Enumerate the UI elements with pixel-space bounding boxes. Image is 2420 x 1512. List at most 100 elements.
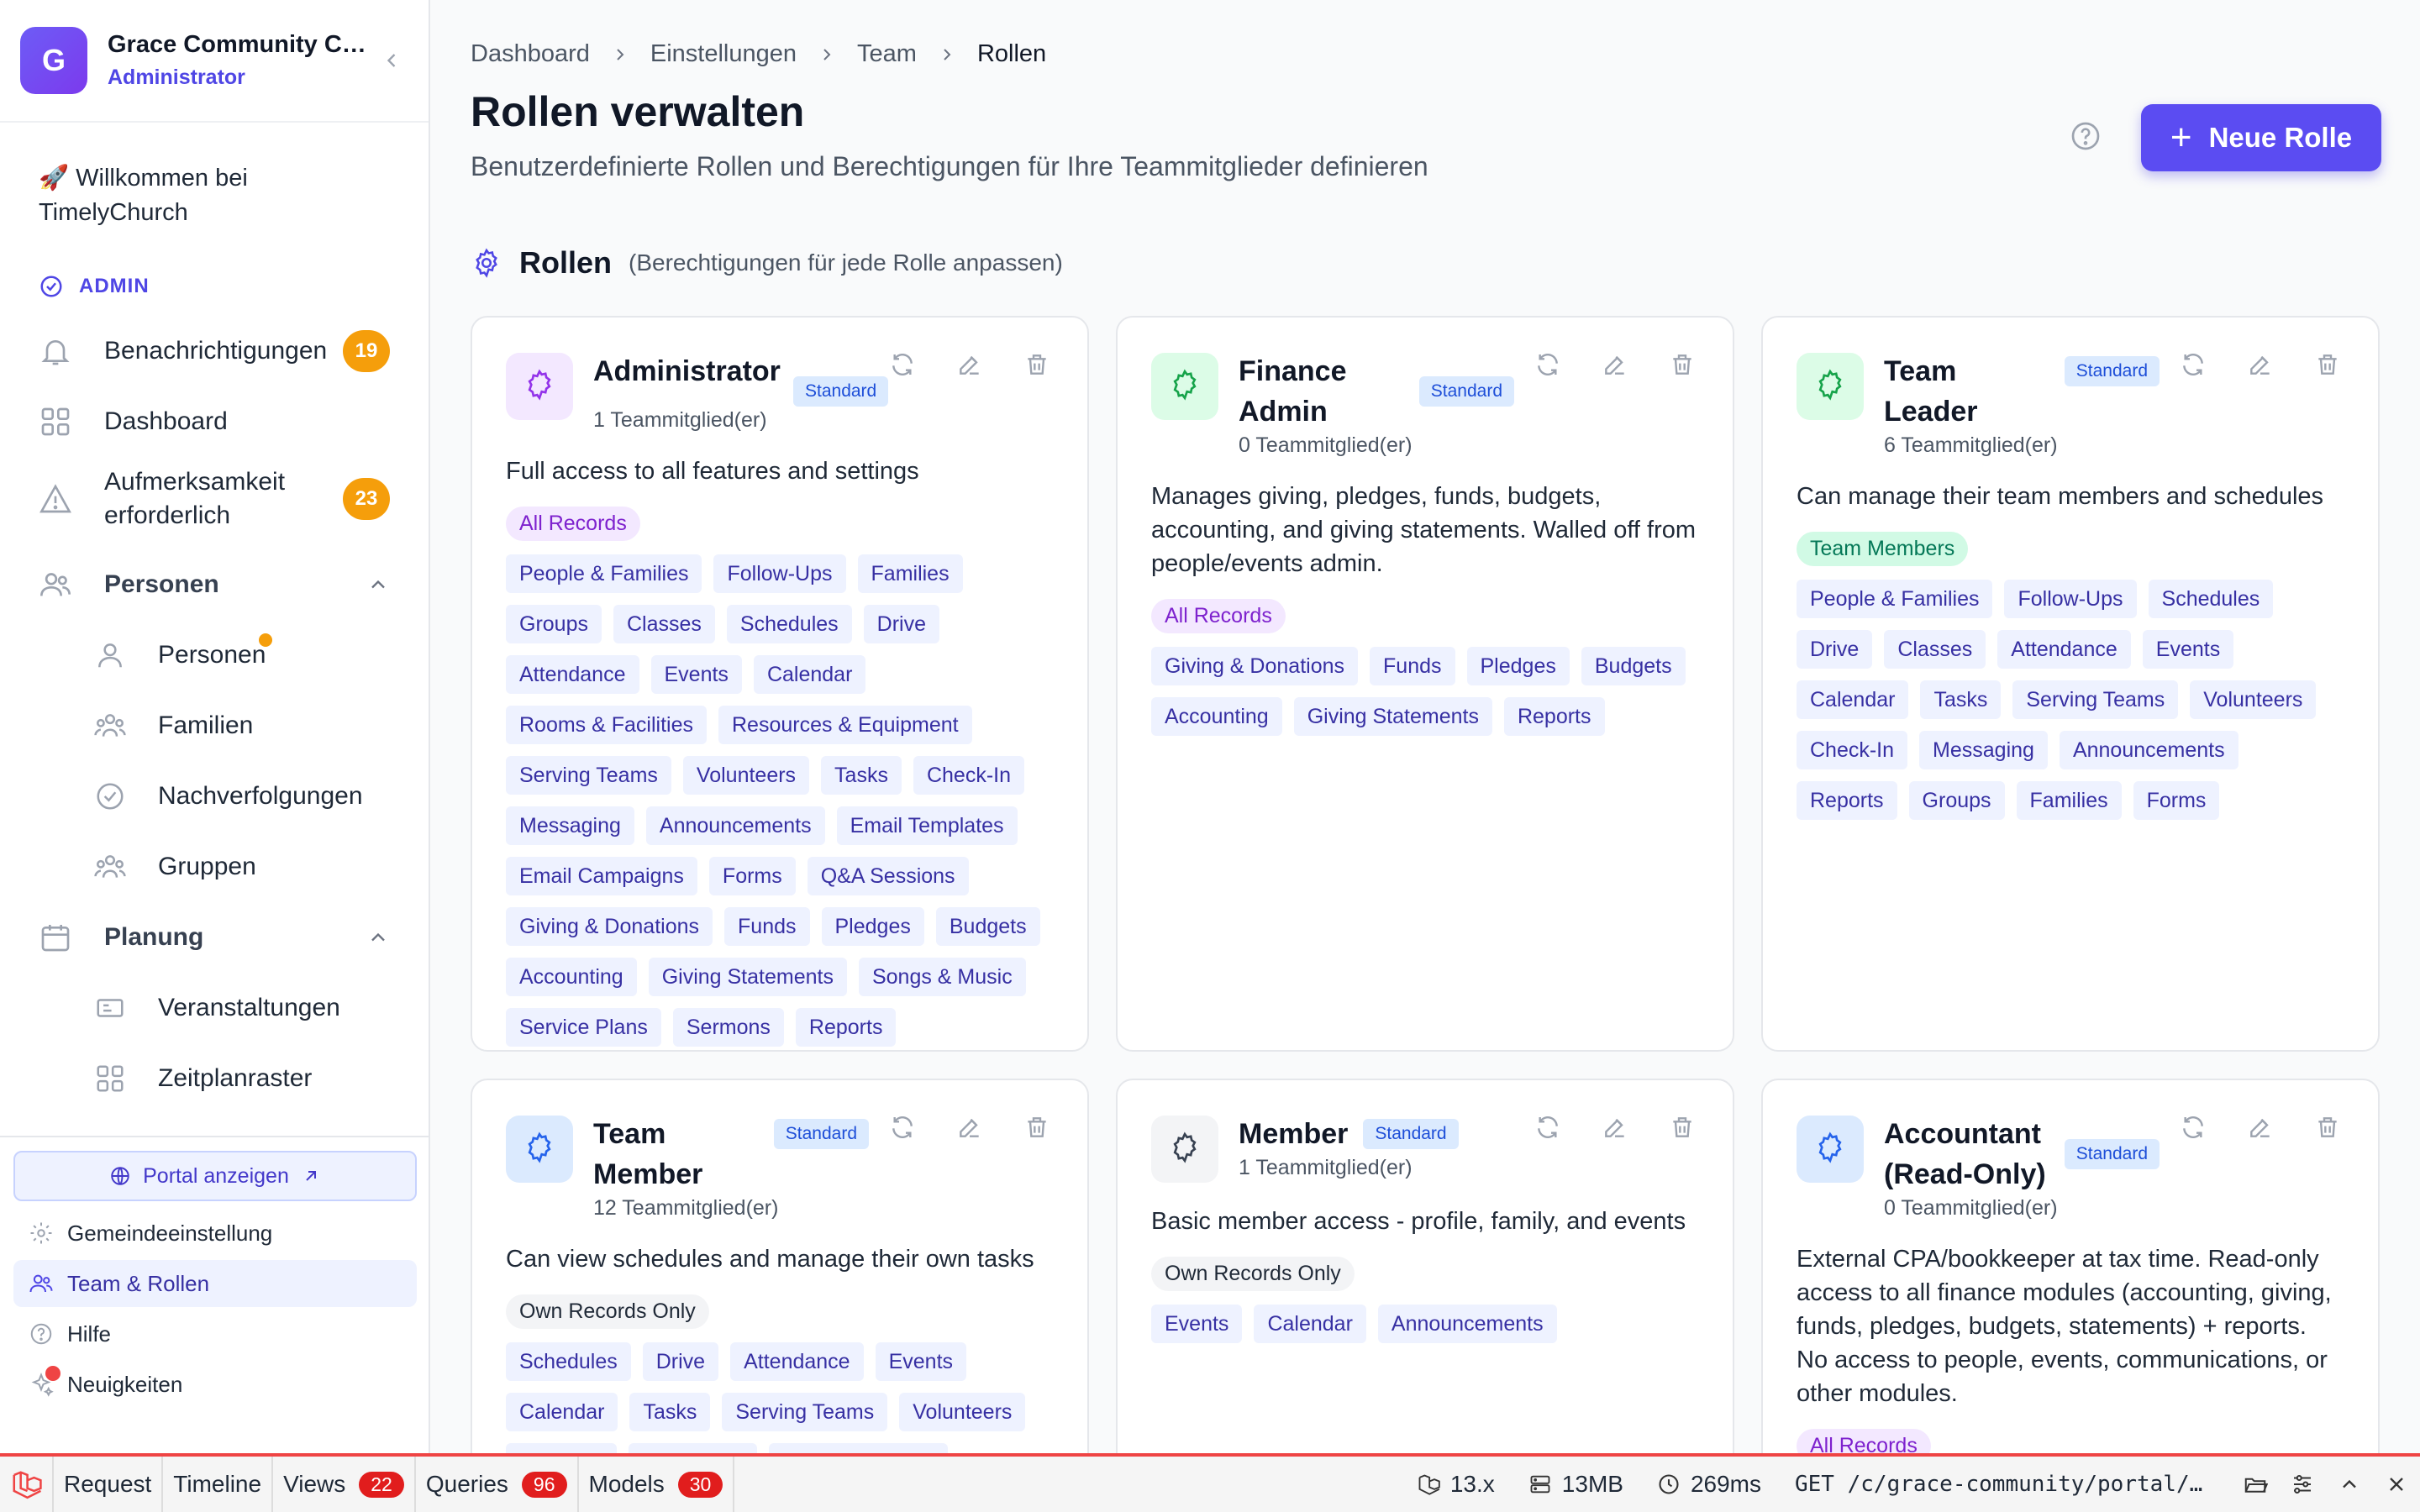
edit-icon (1605, 355, 1624, 375)
permission-tag: People & Families (506, 554, 702, 593)
folder-open-icon (2244, 1478, 2268, 1493)
permission-tag: Resources & Equipment (718, 706, 972, 744)
welcome-link[interactable]: 🚀 Willkommen bei TimelyChurch (0, 123, 429, 265)
role-member-count: 1 Teammitglied(er) (1239, 1156, 1413, 1179)
nav-groups[interactable]: Gruppen (0, 832, 429, 902)
nav-schedule[interactable]: Zeitplanraster (0, 1043, 429, 1114)
debugbar-tabs: Request Timeline Views 22 Queries 96 Models 30 (54, 1457, 735, 1512)
reset-role-button[interactable] (2180, 1114, 2210, 1144)
edit-role-button[interactable] (2247, 351, 2277, 381)
group-icon (94, 855, 126, 878)
nav-people[interactable]: Personen (0, 620, 429, 690)
role-icon (1797, 1116, 1864, 1183)
nav-group-planning[interactable]: Planung (0, 902, 429, 973)
debugbar-tab[interactable]: Queries 96 (416, 1457, 579, 1512)
role-card[interactable]: Team Leader Standard 6 Teammitglied(er) Can… (1761, 316, 2380, 1052)
nav-team-roles-label: Team & Rollen (67, 1270, 210, 1296)
edit-role-button[interactable] (1602, 1114, 1632, 1144)
nav-events[interactable]: Veranstaltungen (0, 973, 429, 1043)
ticket-icon (97, 999, 124, 1017)
delete-role-button[interactable] (1669, 351, 1699, 381)
org-header: G Grace Community Church Administrator (0, 0, 429, 123)
nav-attention[interactable]: Aufmerksamkeit erforderlich 23 (0, 457, 429, 541)
debugbar-tab-label: Queries (425, 1471, 508, 1497)
delete-role-button[interactable] (1669, 1114, 1699, 1144)
role-description: Basic member access - profile, family, a… (1151, 1208, 1686, 1235)
reset-role-button[interactable] (1534, 351, 1565, 381)
permission-tag: Announcements (768, 1443, 948, 1453)
role-card[interactable]: Administrator Standard 1 Teammitglied(er) F… (471, 316, 1089, 1052)
view-portal-button[interactable]: Portal anzeigen (13, 1151, 417, 1201)
permission-tag: Q&A Sessions (807, 857, 969, 895)
globe-icon (111, 1167, 129, 1185)
debugbar-time[interactable]: 269ms (1640, 1457, 1778, 1512)
nav-news[interactable]: Neuigkeiten (13, 1361, 417, 1408)
edit-role-button[interactable] (956, 351, 986, 381)
nav-dashboard[interactable]: Dashboard (0, 386, 429, 457)
role-card[interactable]: Finance Admin Standard 0 Teammitglied(er) M… (1116, 316, 1734, 1052)
bell-icon (41, 340, 70, 365)
debugbar-logo[interactable] (0, 1457, 54, 1512)
chevron-right-icon (823, 48, 831, 60)
role-card[interactable]: Team Member Standard 12 Teammitglied(er) Ca… (471, 1079, 1089, 1453)
nav-team-roles[interactable]: Team & Rollen (13, 1260, 417, 1307)
admin-label: ADMIN (79, 275, 150, 297)
check-circle-icon (97, 783, 124, 810)
breadcrumb-dashboard[interactable]: Dashboard (471, 40, 590, 68)
edit-icon (1605, 1118, 1624, 1137)
debugbar-tab-label: Request (64, 1471, 152, 1497)
help-button[interactable] (2069, 119, 2102, 153)
nav-notifications[interactable]: Benachrichtigungen 19 (0, 316, 429, 386)
edit-role-button[interactable] (2247, 1114, 2277, 1144)
debugbar-maximize-button[interactable] (2326, 1457, 2373, 1512)
debugbar-route[interactable]: GET /c/grace-community/portal/admin/sett… (1778, 1472, 2232, 1497)
debugbar-tab[interactable]: Request (54, 1457, 164, 1512)
users-icon (40, 573, 71, 596)
reset-role-button[interactable] (889, 1114, 919, 1144)
permission-tag: Funds (1370, 647, 1455, 685)
delete-role-button[interactable] (2314, 351, 2344, 381)
refresh-icon (892, 1116, 913, 1138)
trash-icon (1673, 354, 1691, 375)
delete-role-button[interactable] (2314, 1114, 2344, 1144)
debugbar-memory[interactable]: 13MB (1512, 1457, 1640, 1512)
nav-families[interactable]: Familien (0, 690, 429, 761)
org-logo[interactable]: G (20, 27, 87, 94)
role-card[interactable]: Member Standard 1 Teammitglied(er) Basic me… (1116, 1079, 1734, 1453)
new-role-button[interactable]: + Neue Rolle (2141, 104, 2381, 171)
debugbar-tab-count: 22 (359, 1471, 404, 1498)
breadcrumb-settings[interactable]: Einstellungen (650, 40, 797, 68)
nav-help-label: Hilfe (67, 1320, 112, 1347)
edit-role-button[interactable] (1602, 351, 1632, 381)
reset-role-button[interactable] (1534, 1114, 1565, 1144)
nav-followups[interactable]: Nachverfolgungen (0, 761, 429, 832)
role-card[interactable]: Accountant (Read-Only) Standard 0 Teammitg… (1761, 1079, 2380, 1453)
delete-role-button[interactable] (1023, 351, 1054, 381)
debugbar-version[interactable]: 13.x (1400, 1457, 1512, 1512)
debugbar-time-text: 269ms (1690, 1471, 1761, 1497)
reset-role-button[interactable] (889, 351, 919, 381)
delete-role-button[interactable] (1023, 1114, 1054, 1144)
debugbar-close-button[interactable] (2373, 1457, 2420, 1512)
debugbar-tab[interactable]: Views 22 (273, 1457, 416, 1512)
permission-tag: Email Templates (836, 806, 1018, 845)
debugbar-tab[interactable]: Models 30 (579, 1457, 735, 1512)
debugbar-settings-button[interactable] (2279, 1457, 2326, 1512)
permission-tag: Volunteers (682, 756, 810, 795)
user-icon (98, 643, 122, 668)
trash-icon (1673, 1117, 1691, 1137)
nav-church-settings[interactable]: Gemeindeeinstellung (13, 1210, 417, 1257)
collapse-sidebar-button[interactable] (375, 44, 408, 77)
nav-help[interactable]: Hilfe (13, 1310, 417, 1357)
role-card-header: Accountant (Read-Only) Standard 0 Teammitg… (1797, 1114, 2344, 1221)
permission-tag: Serving Teams (506, 756, 671, 795)
debugbar-open-button[interactable] (2232, 1457, 2279, 1512)
role-name: Team Member (593, 1118, 703, 1190)
permission-list: People & Families Follow-Ups Families Group… (506, 554, 1054, 1050)
edit-role-button[interactable] (956, 1114, 986, 1144)
nav-group-people[interactable]: Personen (0, 549, 429, 620)
breadcrumb-team[interactable]: Team (857, 40, 917, 68)
org-name[interactable]: Grace Community Church (108, 31, 375, 59)
reset-role-button[interactable] (2180, 351, 2210, 381)
debugbar-tab[interactable]: Timeline (163, 1457, 274, 1512)
